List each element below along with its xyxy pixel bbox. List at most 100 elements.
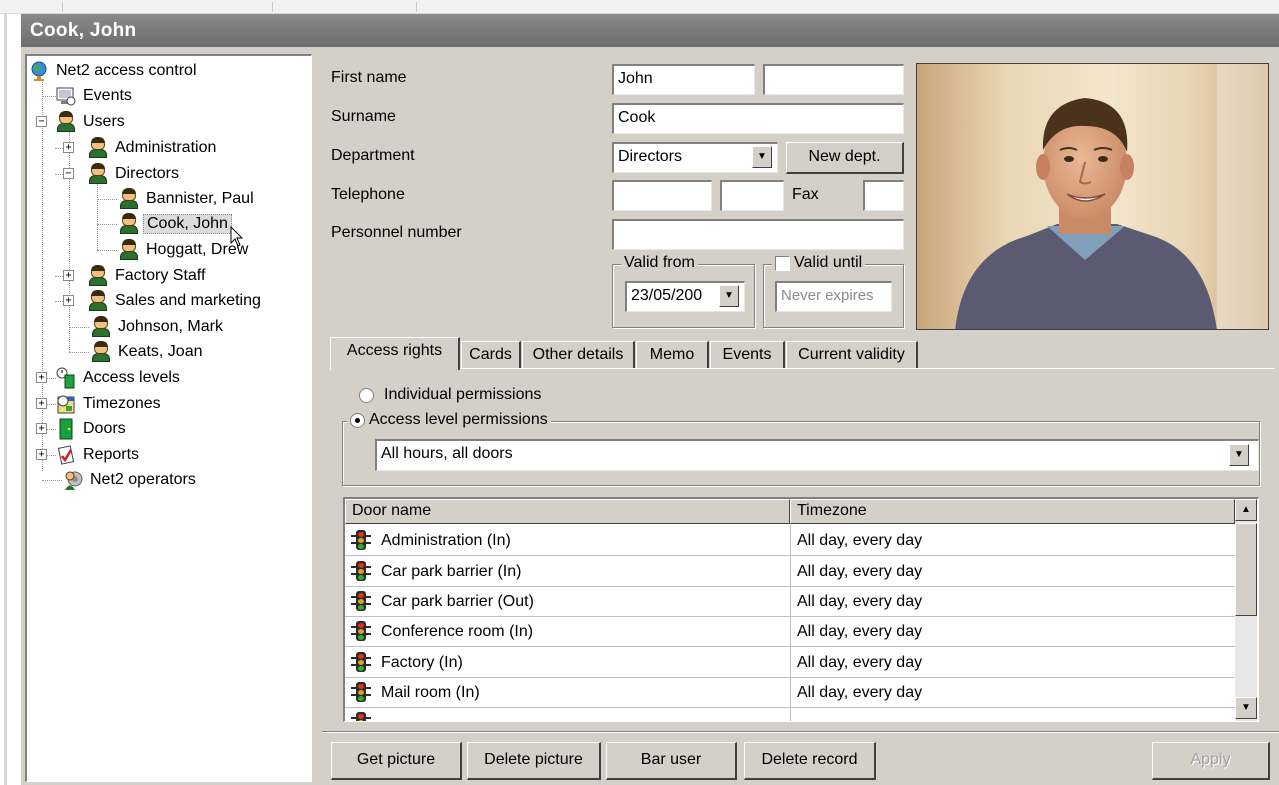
tree-item-events[interactable]: Events [56,84,135,108]
access-level-select[interactable]: All hours, all doors [375,439,1259,471]
toolbar-separator [416,2,417,12]
date-picker-arrow-icon[interactable]: ▼ [719,285,739,307]
collapse-directors-toggle[interactable]: − [63,168,74,179]
traffic-light-icon [351,652,371,674]
tree-item-factory-staff[interactable]: Factory Staff [88,264,208,288]
valid-until-header: Valid until [772,254,866,272]
tab-access-rights[interactable]: Access rights [330,337,460,370]
tree-item-directors[interactable]: Directors [88,162,182,186]
tab-other-details[interactable]: Other details [522,341,635,368]
new-dept-button[interactable]: New dept. [786,142,904,174]
scroll-thumb[interactable] [1235,523,1257,616]
tab-events[interactable]: Events [710,341,785,368]
tab-cards[interactable]: Cards [461,341,521,368]
first-name-field[interactable]: John [612,64,755,95]
traffic-light-icon [351,621,371,643]
column-header-timezone[interactable]: Timezone [790,499,1235,524]
tree-item-label: Events [83,87,132,104]
tree-item-bannister[interactable]: Bannister, Paul [119,187,257,211]
personnel-number-field[interactable] [612,219,904,250]
tree-item-operators[interactable]: Net2 operators [63,468,199,492]
scroll-down-icon[interactable]: ▼ [1235,697,1257,719]
expand-access-levels-toggle[interactable]: + [36,372,47,383]
tree-item-label: Net2 operators [90,471,196,488]
traffic-light-icon [351,682,371,704]
delete-record-button[interactable]: Delete record [744,742,876,780]
personnel-number-label: Personnel number [331,224,462,241]
tree-item-label: Net2 access control [56,62,197,79]
department-value: Directors [618,148,683,165]
traffic-light-icon [351,530,371,552]
tree-item-users[interactable]: Users [56,110,128,134]
telephone-ext-field[interactable] [720,180,784,211]
expand-sales-toggle[interactable]: + [63,295,74,306]
individual-permissions-radio[interactable] [359,388,374,403]
user-icon [119,213,139,235]
apply-button[interactable]: Apply [1152,742,1270,780]
bar-user-button[interactable]: Bar user [606,742,737,780]
door-name-cell: Conference room (In) [381,623,534,640]
expand-reports-toggle[interactable]: + [36,449,47,460]
door-name-cell: Car park barrier (Out) [381,593,534,610]
valid-until-checkbox[interactable] [775,255,790,271]
door-icon [56,418,76,440]
toolbar-separator [272,2,273,12]
scroll-up-icon[interactable]: ▲ [1235,499,1257,521]
tree-item-reports[interactable]: Reports [56,443,142,467]
tree-item-administration[interactable]: Administration [88,136,219,160]
middle-name-field[interactable] [763,64,904,95]
access-level-dropdown-arrow-icon[interactable]: ▼ [1229,444,1249,466]
fax-field[interactable] [863,180,904,211]
tree-item-timezones[interactable]: Timezones [56,392,164,416]
navigation-tree[interactable]: − + − + + + + + + Net2 access control Ev… [25,54,312,782]
tree-item-label: Johnson, Mark [118,318,223,335]
valid-until-field: Never expires [775,281,892,312]
column-header-door-name[interactable]: Door name [345,499,790,524]
tree-item-net2-root[interactable]: Net2 access control [29,59,200,83]
tree-item-label: Doors [83,420,126,437]
telephone-field[interactable] [612,180,712,211]
valid-from-value: 23/05/200 [631,287,703,304]
collapse-users-toggle[interactable]: − [36,116,47,127]
timezone-cell: All day, every day [797,684,923,701]
surname-label: Surname [331,108,396,125]
globe-icon [29,60,49,82]
delete-picture-button[interactable]: Delete picture [467,742,601,780]
valid-until-group: Valid until Never expires [763,254,904,328]
expand-administration-toggle[interactable]: + [63,142,74,153]
expand-factory-toggle[interactable]: + [63,270,74,281]
traffic-light-icon [351,712,371,721]
valid-from-group: Valid from 23/05/200 ▼ [612,254,755,328]
access-level-group: Access level permissions All hours, all … [342,411,1260,486]
tree-item-label: Factory Staff [115,267,206,284]
surname-field[interactable]: Cook [612,103,904,134]
traffic-light-icon [351,591,371,613]
table-vertical-scrollbar[interactable]: ▲ ▼ [1235,499,1257,721]
mouse-pointer-icon [230,226,244,247]
reports-icon [56,444,76,466]
expand-doors-toggle[interactable]: + [36,423,47,434]
access-level-permissions-radio[interactable] [350,412,365,428]
doors-table[interactable]: Door name Timezone Administration (In) A… [343,497,1259,722]
users-group-icon [56,111,76,133]
button-bar-divider [322,731,1279,733]
tree-item-label: Users [83,113,125,130]
tree-item-access-levels[interactable]: Access levels [56,366,183,390]
tree-item-sales[interactable]: Sales and marketing [88,289,264,313]
tree-item-doors[interactable]: Doors [56,417,129,441]
get-picture-button[interactable]: Get picture [331,742,462,780]
users-group-icon [88,265,108,287]
department-dropdown-arrow-icon[interactable]: ▼ [752,146,772,168]
tab-memo[interactable]: Memo [636,341,709,368]
tree-item-cook-selected[interactable]: Cook, John [119,212,232,236]
left-edge [0,14,21,785]
expand-timezones-toggle[interactable]: + [36,398,47,409]
telephone-label: Telephone [331,186,405,203]
tree-item-johnson[interactable]: Johnson, Mark [91,315,226,339]
first-name-label: First name [331,69,407,86]
users-group-icon [88,137,108,159]
tab-current-validity[interactable]: Current validity [786,341,918,368]
users-group-icon [88,163,108,185]
users-group-icon [88,290,108,312]
tree-item-keats[interactable]: Keats, Joan [91,340,206,364]
